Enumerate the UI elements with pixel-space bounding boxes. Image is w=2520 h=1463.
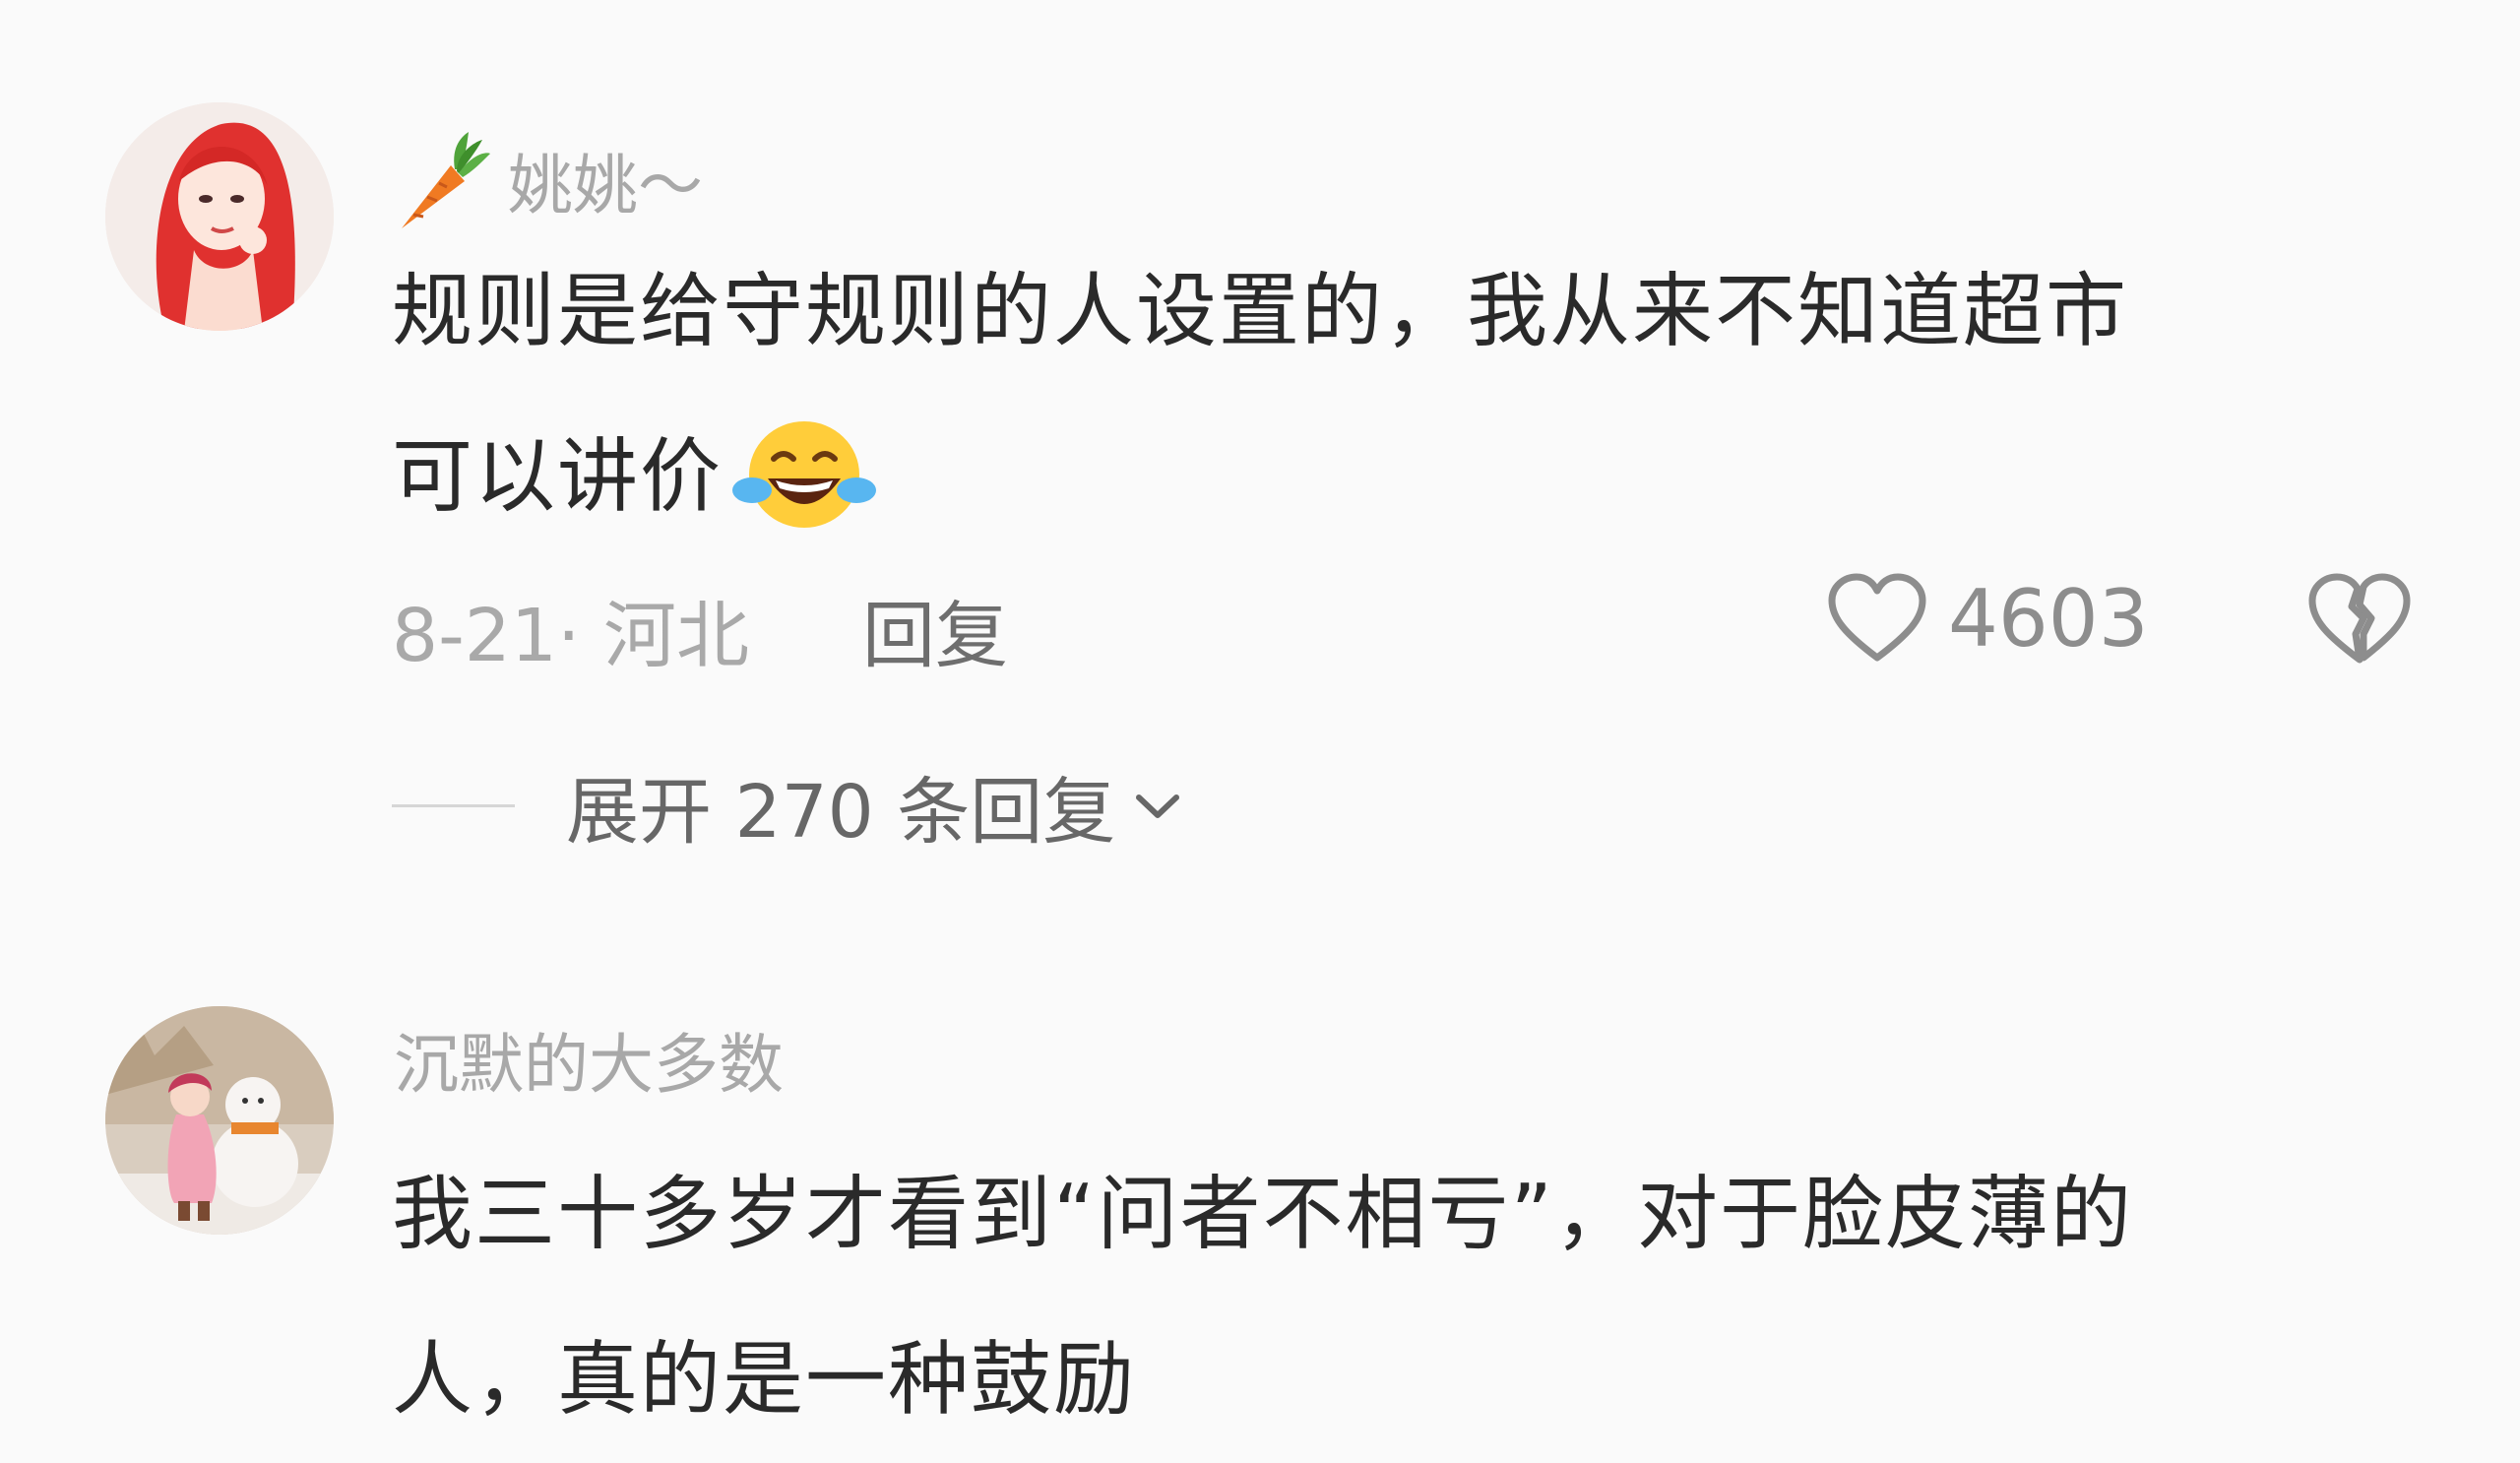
dislike-button[interactable]	[2306, 569, 2413, 668]
comment-text: 我三十多岁才看到“问者不相亏”，对于脸皮薄的 人，真的是一种鼓励	[392, 1132, 2400, 1463]
broken-heart-icon	[2308, 573, 2411, 664]
laughing-crying-emoji	[730, 408, 878, 536]
comment-text-line2: 可以讲价	[392, 430, 724, 524]
username-row[interactable]: 沉默的大多数	[394, 1012, 784, 1107]
avatar[interactable]	[105, 102, 334, 331]
heart-icon	[1828, 573, 1926, 662]
divider	[392, 804, 515, 807]
like-button[interactable]: 4603	[1826, 571, 2149, 666]
comment-text: 规则是给守规则的人设置的，我从来不知道超市 可以讲价	[392, 229, 2400, 560]
comment-meta: 8-21· 河北 回复	[392, 577, 1008, 682]
avatar[interactable]	[105, 1006, 334, 1235]
comment-text-line: 我三十多岁才看到“问者不相亏”，对于脸皮薄的	[392, 1168, 2133, 1261]
expand-replies-label: 展开 270 条回复	[566, 770, 1116, 855]
avatar-snowman-photo	[105, 1006, 334, 1235]
comment-text-line: 可以讲价	[392, 395, 2400, 560]
username: 沉默的大多数	[394, 1027, 784, 1103]
like-count: 4603	[1948, 572, 2149, 665]
expand-replies-button[interactable]: 展开 270 条回复	[392, 753, 1182, 859]
comment-text-line: 人，真的是一种鼓励	[392, 1333, 1137, 1427]
username: 姚姚～	[508, 148, 703, 223]
comment-text-line: 规则是给守规则的人设置的，我从来不知道超市	[392, 265, 2129, 358]
username-row[interactable]: 姚姚～	[394, 126, 703, 234]
chevron-down-icon	[1136, 794, 1180, 818]
date-location: 8-21· 河北	[392, 594, 749, 678]
reply-button[interactable]: 回复	[862, 577, 1008, 682]
avatar-red-hair-girl-illustration	[105, 102, 334, 331]
carrot-icon	[394, 126, 492, 234]
